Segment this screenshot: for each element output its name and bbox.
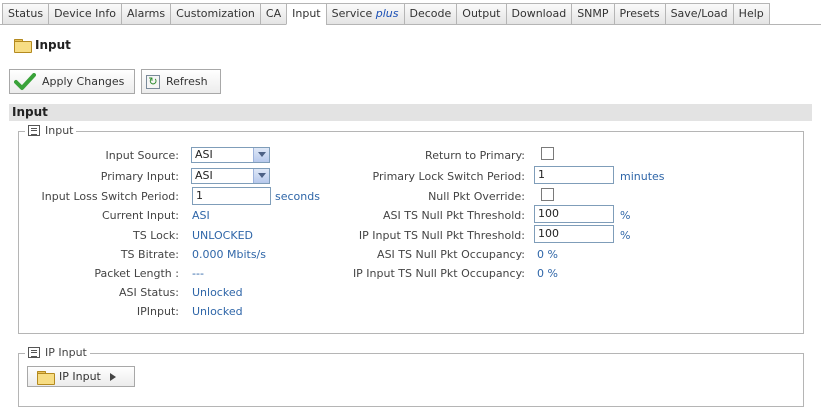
input-source-value: ASI xyxy=(195,148,213,161)
asi-occupancy-label: ASI TS Null Pkt Occupancy: xyxy=(377,248,525,261)
primary-input-label: Primary Input: xyxy=(100,170,179,183)
input-legend-text: Input xyxy=(45,124,74,137)
ip-input-button-label: IP Input xyxy=(59,370,101,383)
tab-ca[interactable]: CA xyxy=(259,3,287,25)
tab-output[interactable]: Output xyxy=(456,3,506,25)
tab-service-plus-label: plus xyxy=(375,7,399,20)
arrow-right-icon xyxy=(109,372,116,381)
section-title: Input xyxy=(9,104,812,121)
input-source-select[interactable]: ASI xyxy=(191,147,270,163)
ts-lock-value: UNLOCKED xyxy=(192,229,253,242)
ip-input-legend-text: IP Input xyxy=(45,346,87,359)
tab-snmp[interactable]: SNMP xyxy=(571,3,614,25)
tab-alarms[interactable]: Alarms xyxy=(121,3,171,25)
list-icon xyxy=(28,347,40,358)
refresh-button[interactable]: ↻ Refresh xyxy=(141,69,221,94)
page-title-text: Input xyxy=(35,38,71,52)
asi-status-label: ASI Status: xyxy=(118,286,179,299)
ip-occupancy-label: IP Input TS Null Pkt Occupancy: xyxy=(352,267,525,280)
folder-icon xyxy=(37,370,55,385)
loss-switch-unit: seconds xyxy=(275,190,320,203)
null-override-checkbox[interactable] xyxy=(541,188,554,201)
packet-length-label: Packet Length : xyxy=(94,267,179,280)
asi-threshold-input[interactable]: 100 xyxy=(534,205,614,223)
folder-icon xyxy=(14,39,32,53)
refresh-icon: ↻ xyxy=(146,74,160,89)
tab-device-info[interactable]: Device Info xyxy=(48,3,121,25)
primary-input-value: ASI xyxy=(195,169,213,182)
packet-length-value: --- xyxy=(192,267,204,280)
ip-threshold-unit: % xyxy=(620,229,631,242)
tab-status[interactable]: Status xyxy=(2,3,49,25)
asi-status-value: Unlocked xyxy=(192,286,243,299)
chevron-down-icon xyxy=(253,148,269,162)
loss-switch-input[interactable]: 1 xyxy=(192,187,271,205)
tab-input[interactable]: Input xyxy=(286,3,326,25)
primary-lock-label: Primary Lock Switch Period: xyxy=(372,170,525,183)
ip-input-status-label: IPInput: xyxy=(136,305,179,318)
ip-threshold-input[interactable]: 100 xyxy=(534,225,614,243)
ts-lock-label: TS Lock: xyxy=(133,229,179,242)
list-icon xyxy=(28,125,40,136)
return-primary-label: Return to Primary: xyxy=(425,149,525,162)
checkmark-icon xyxy=(14,72,36,90)
asi-occupancy-value: 0 % xyxy=(537,248,558,261)
chevron-down-icon xyxy=(253,169,269,183)
return-primary-checkbox[interactable] xyxy=(541,147,554,160)
primary-lock-unit: minutes xyxy=(620,170,665,183)
ts-bitrate-label: TS Bitrate: xyxy=(120,248,179,261)
ip-threshold-label: IP Input TS Null Pkt Threshold: xyxy=(358,229,525,242)
asi-threshold-label: ASI TS Null Pkt Threshold: xyxy=(383,209,525,222)
ip-input-fieldset: IP Input xyxy=(18,346,804,407)
tab-bar: Status Device Info Alarms Customization … xyxy=(2,3,770,25)
ip-input-status-value: Unlocked xyxy=(192,305,243,318)
ip-input-fieldset-legend: IP Input xyxy=(25,346,90,359)
primary-input-select[interactable]: ASI xyxy=(191,168,270,184)
loss-switch-label: Input Loss Switch Period: xyxy=(41,190,179,203)
refresh-label: Refresh xyxy=(166,75,208,88)
tab-download[interactable]: Download xyxy=(505,3,572,25)
ts-bitrate-value: 0.000 Mbits/s xyxy=(192,248,266,261)
apply-changes-label: Apply Changes xyxy=(42,75,125,88)
null-override-label: Null Pkt Override: xyxy=(428,190,525,203)
tab-save-load[interactable]: Save/Load xyxy=(664,3,733,25)
tab-service-label: Service xyxy=(331,7,373,20)
primary-lock-input[interactable]: 1 xyxy=(534,166,614,184)
ip-occupancy-value: 0 % xyxy=(537,267,558,280)
ip-input-button[interactable]: IP Input xyxy=(27,366,135,387)
asi-threshold-unit: % xyxy=(620,209,631,222)
tab-decode[interactable]: Decode xyxy=(403,3,457,25)
input-source-label: Input Source: xyxy=(105,149,179,162)
input-fieldset-legend: Input xyxy=(25,124,77,137)
tab-presets[interactable]: Presets xyxy=(613,3,665,25)
apply-changes-button[interactable]: Apply Changes xyxy=(9,69,135,94)
current-input-label: Current Input: xyxy=(102,209,179,222)
tab-service-plus[interactable]: Service plus xyxy=(325,3,404,25)
page-title: Input xyxy=(14,38,71,53)
tab-help[interactable]: Help xyxy=(732,3,770,25)
current-input-value: ASI xyxy=(192,209,210,222)
tab-customization[interactable]: Customization xyxy=(170,3,260,25)
